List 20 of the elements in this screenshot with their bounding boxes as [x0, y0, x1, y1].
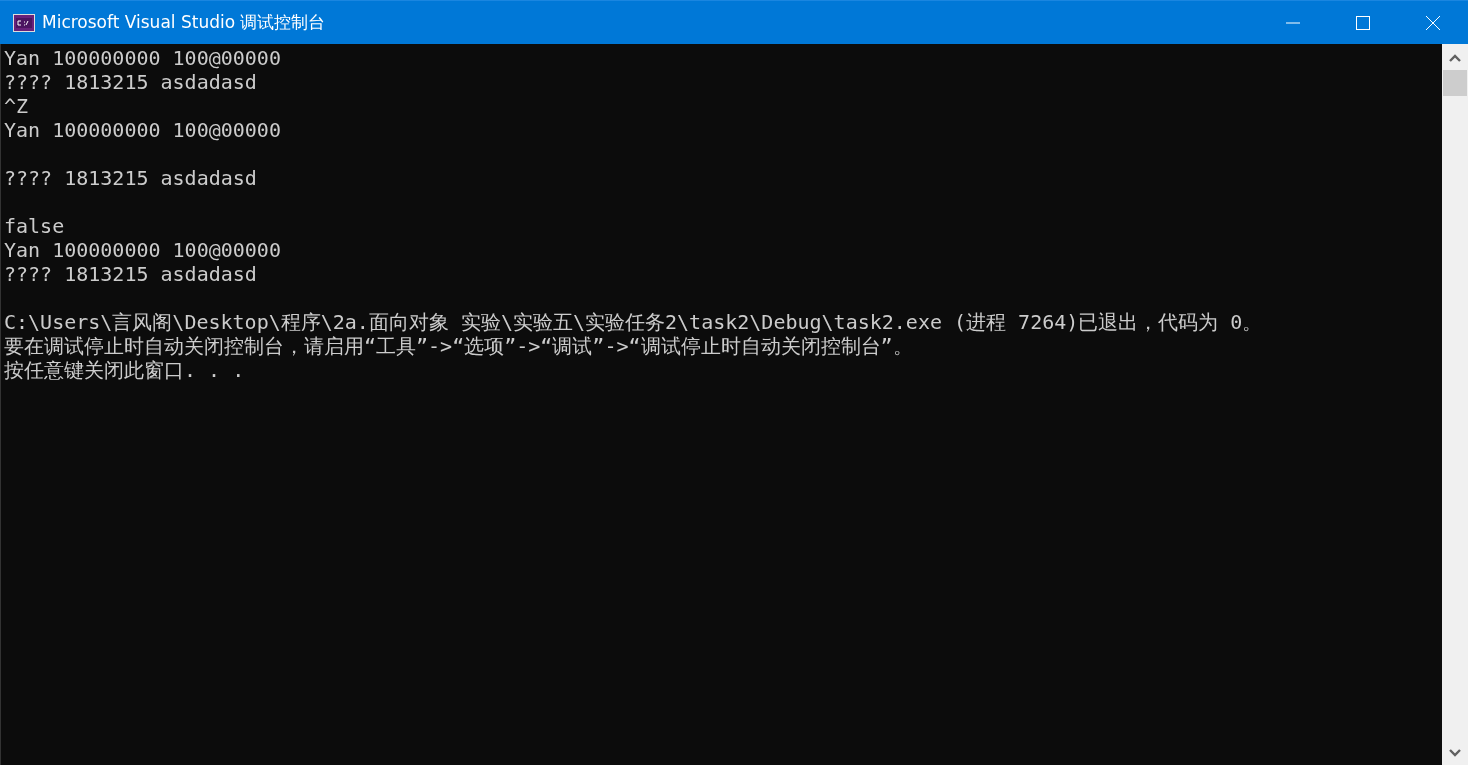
maximize-icon: [1355, 14, 1371, 31]
console-line: false: [4, 214, 65, 238]
console-line: ???? 1813215 asdadasd: [4, 70, 257, 94]
console-line: C:\Users\言风阁\Desktop\程序\2a.面向对象 实验\实验五\实验任务2\task2\Debug\task2.exe (进程 7264)已退出，代码为 0。: [4, 310, 1263, 334]
console-line: 按任意键关闭此窗口. . .: [4, 358, 245, 382]
console-app-icon: [13, 13, 35, 32]
minimize-icon: [1285, 21, 1301, 24]
scroll-down-icon[interactable]: [1449, 749, 1461, 757]
console-line: Yan 100000000 100@00000: [4, 46, 281, 70]
close-icon: [1425, 14, 1441, 31]
console-line: Yan 100000000 100@00000: [4, 118, 281, 142]
console-line: ???? 1813215 asdadasd: [4, 262, 257, 286]
scroll-up-icon[interactable]: [1449, 54, 1461, 62]
console-line: Yan 100000000 100@00000: [4, 238, 281, 262]
console-line: 要在调试停止时自动关闭控制台，请启用“工具”->“选项”->“调试”->“调试停止时自动关闭控制台”。: [4, 334, 913, 358]
console-line: ^Z: [4, 94, 29, 118]
window-title: Microsoft Visual Studio 调试控制台: [42, 11, 326, 34]
scrollbar[interactable]: [1442, 44, 1468, 765]
console-line: ???? 1813215 asdadasd: [4, 166, 257, 190]
scroll-thumb[interactable]: [1443, 70, 1467, 96]
